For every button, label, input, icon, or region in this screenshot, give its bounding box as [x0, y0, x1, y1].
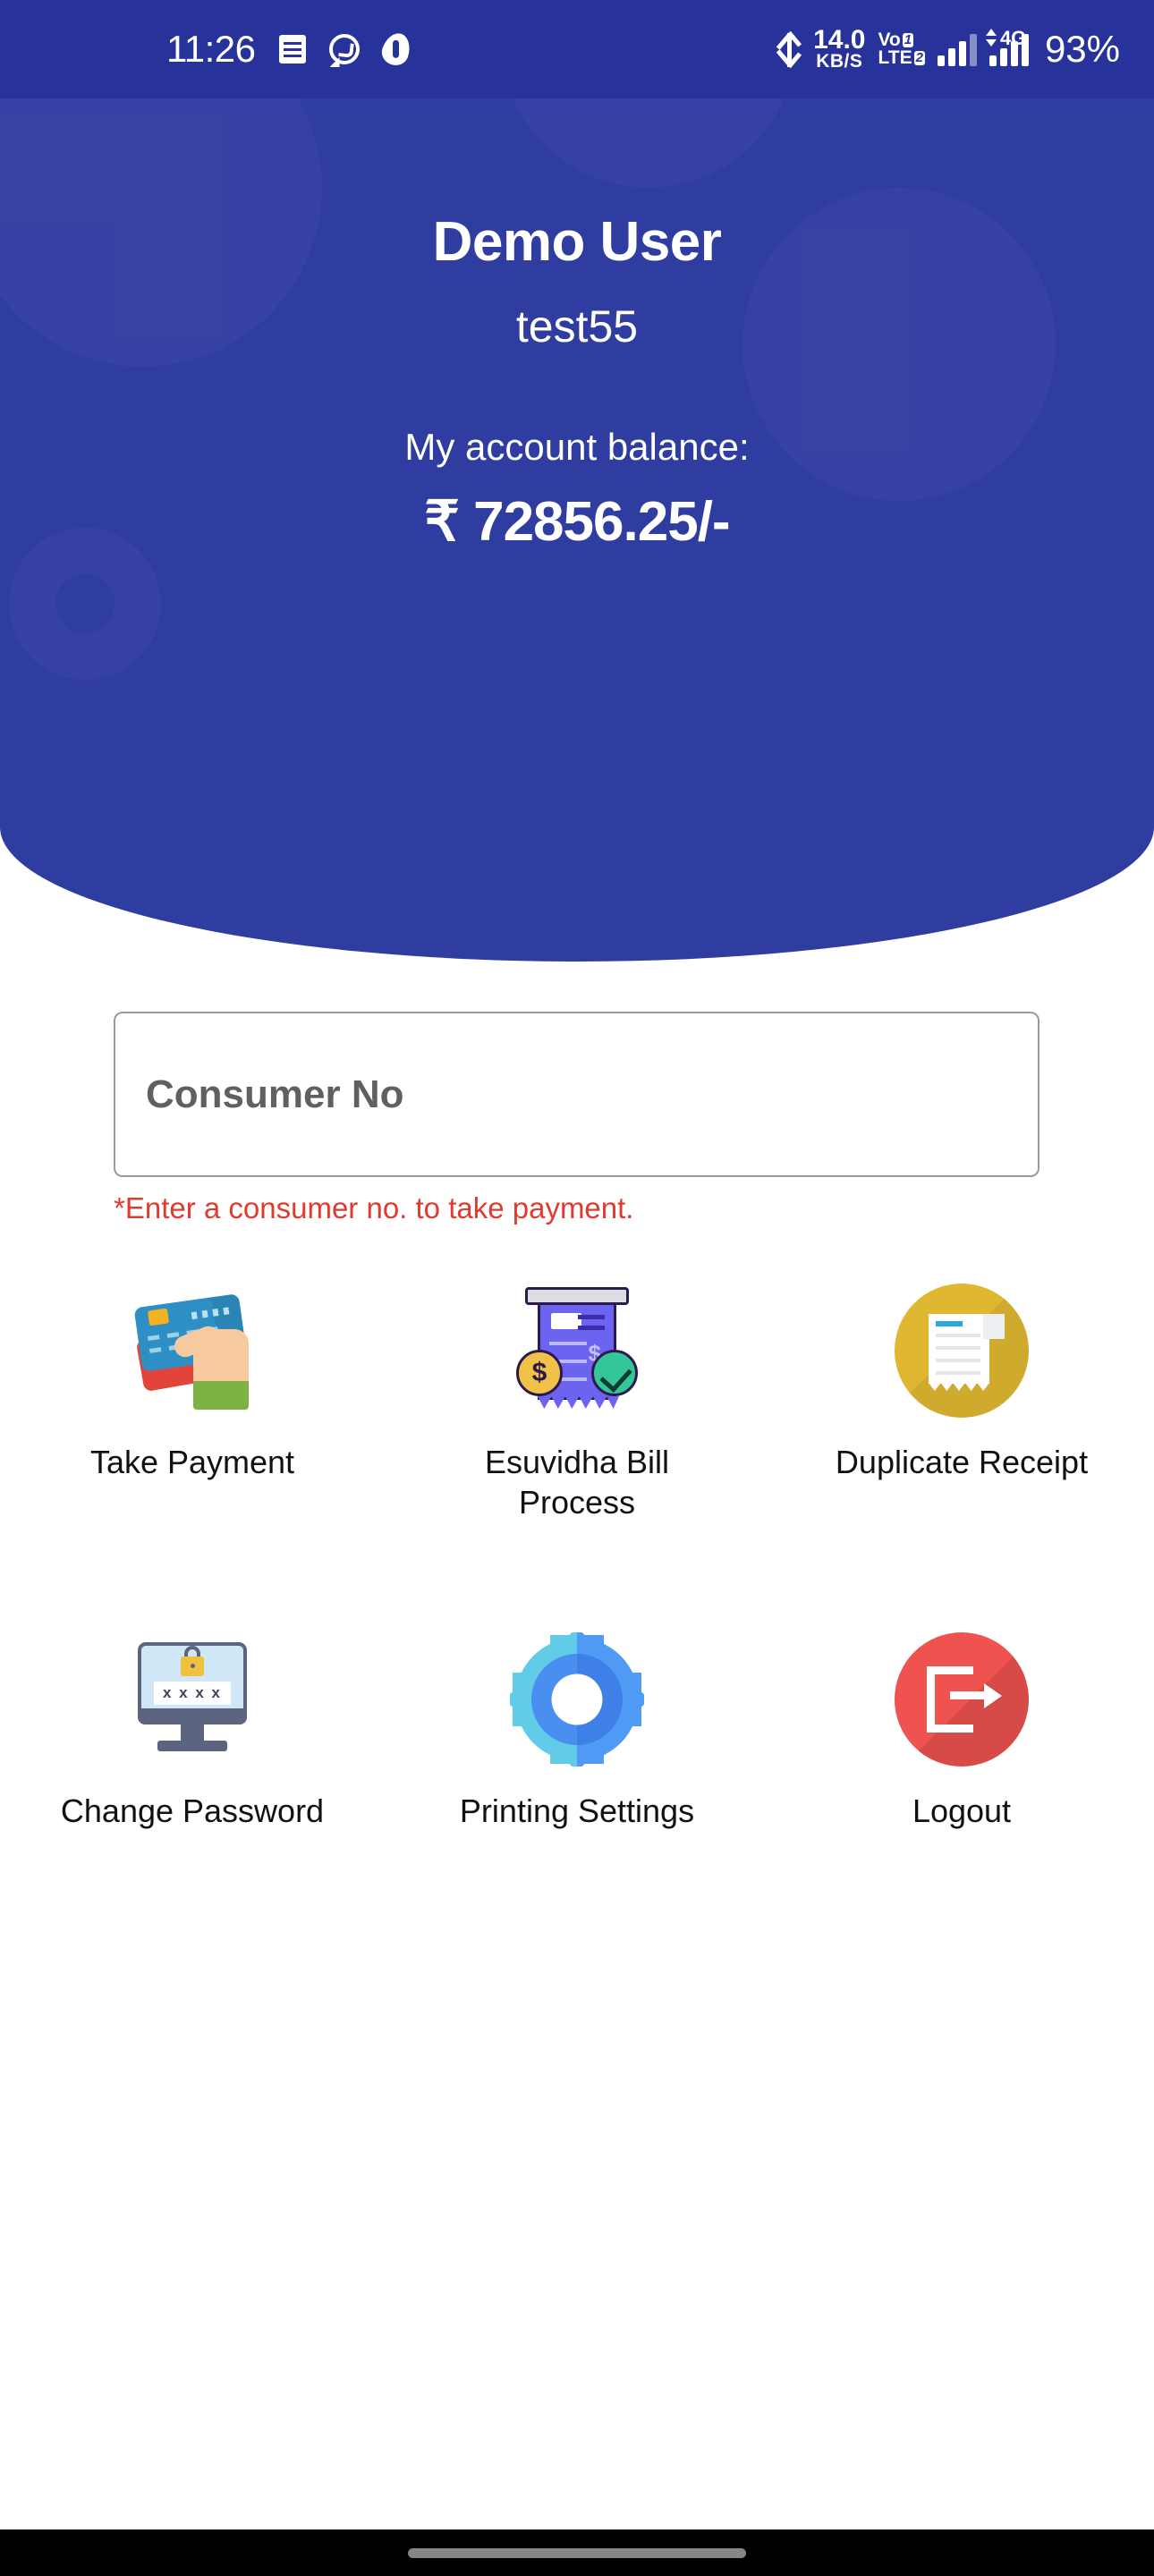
- status-bar-right: 14.0 KB/S Vo 1 LTE 2 4G 93%: [776, 24, 1120, 72]
- duplicate-receipt-icon: [890, 1279, 1033, 1422]
- signal-bars-sim1: [937, 32, 977, 66]
- consumer-no-error: *Enter a consumer no. to take payment.: [114, 1191, 634, 1224]
- sim2-badge: 2: [913, 49, 925, 66]
- menu-grid: Take Payment $ $ Esuvidha Bill Process D…: [0, 1279, 1154, 1831]
- menu-item-printing-settings[interactable]: Printing Settings: [385, 1628, 769, 1831]
- menu-label: Duplicate Receipt: [835, 1444, 1089, 1480]
- menu-label: Esuvidha Bill Process: [484, 1444, 670, 1521]
- menu-item-esuvidha-bill-process[interactable]: $ $ Esuvidha Bill Process: [385, 1279, 769, 1522]
- status-time: 11:26: [166, 28, 256, 70]
- app-screen: Demo User test55 My account balance: ₹ 7…: [0, 0, 1154, 2576]
- airtel-icon: [378, 30, 414, 69]
- menu-label: Take Payment: [89, 1444, 295, 1480]
- home-gesture-pill[interactable]: [408, 2547, 746, 2558]
- consumer-no-input[interactable]: [114, 1012, 1039, 1177]
- signal-bars-sim2-group: 4G: [985, 27, 1029, 66]
- data-transfer-arrows-icon: [985, 28, 997, 47]
- user-name: Demo User: [432, 211, 722, 273]
- menu-label: Change Password: [60, 1792, 325, 1829]
- menu-item-take-payment[interactable]: Take Payment: [0, 1279, 385, 1522]
- network-type-label: 4G: [999, 26, 1027, 49]
- status-bar-left: 11:26: [0, 28, 414, 70]
- system-nav-bar: [0, 2529, 1154, 2576]
- menu-item-logout[interactable]: Logout: [769, 1628, 1154, 1831]
- credit-card-hand-icon: [121, 1279, 264, 1422]
- menu-row-2: x x x x Change Password Printing Setting…: [0, 1628, 1154, 1831]
- bluetooth-icon: [776, 31, 802, 69]
- net-speed-value: 14.0: [813, 24, 866, 55]
- network-speed-indicator: 14.0 KB/S: [813, 24, 866, 72]
- status-bar: 11:26 14.0 KB/S Vo 1 LTE 2 4G 93%: [0, 0, 1154, 98]
- volte-indicator: Vo 1 LTE 2: [878, 30, 925, 68]
- sim1-badge: 1: [902, 31, 914, 48]
- gear-icon: [505, 1628, 649, 1771]
- menu-label: Printing Settings: [459, 1792, 695, 1829]
- balance-amount: ₹ 72856.25/-: [424, 491, 730, 553]
- menu-item-duplicate-receipt[interactable]: Duplicate Receipt: [769, 1279, 1154, 1522]
- receipt-bill-icon: $ $: [505, 1279, 649, 1422]
- logout-icon: [890, 1628, 1033, 1771]
- consumer-no-field-wrap: *Enter a consumer no. to take payment.: [114, 1012, 1039, 1225]
- monitor-lock-icon: x x x x: [121, 1628, 264, 1771]
- menu-item-change-password[interactable]: x x x x Change Password: [0, 1628, 385, 1831]
- battery-percent: 93%: [1044, 27, 1120, 70]
- whatsapp-icon: [328, 34, 360, 64]
- sms-icon: [278, 35, 306, 64]
- menu-label: Logout: [912, 1792, 1012, 1829]
- balance-label: My account balance:: [404, 426, 750, 468]
- user-login-id: test55: [515, 301, 639, 352]
- net-speed-unit: KB/S: [816, 51, 863, 72]
- menu-row-1: Take Payment $ $ Esuvidha Bill Process D…: [0, 1279, 1154, 1522]
